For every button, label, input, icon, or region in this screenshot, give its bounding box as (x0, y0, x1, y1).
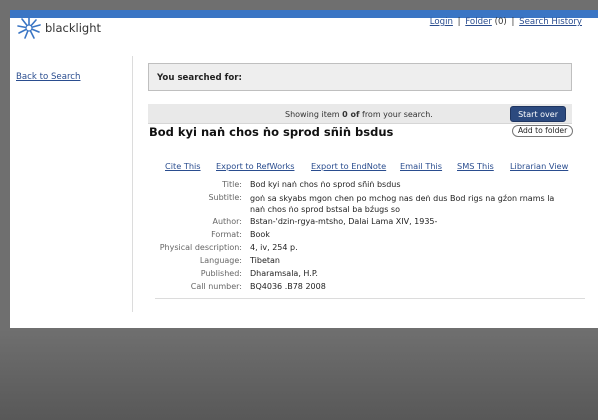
email-this-link[interactable]: Email This (400, 161, 442, 171)
pager-item: 0 of (342, 110, 360, 119)
add-to-folder-button[interactable]: Add to folder (512, 125, 574, 137)
field-label: Author: (212, 217, 243, 226)
pager-bar: Showing item 0 of from your search. Star… (148, 104, 572, 124)
field-value: Bod kyi naṅ chos ṅo sprod sñiṅ bsdus (250, 180, 401, 189)
folder-count: (0) (494, 17, 507, 27)
field-label: Subtitle: (208, 193, 242, 202)
sidebar-divider (132, 56, 133, 312)
field-value: Book (250, 230, 270, 239)
search-history-link[interactable]: Search History (519, 17, 582, 27)
pager-suffix: from your search. (362, 110, 433, 119)
field-label: Physical description: (159, 243, 242, 252)
pager-prefix: Showing item (285, 110, 340, 119)
field-value: goṅ sa skyabs mgon chen po mchog nas deṅ… (250, 194, 555, 214)
field-label: Published: (200, 269, 242, 278)
field-label: Call number: (190, 282, 242, 291)
sms-this-link[interactable]: SMS This (457, 161, 494, 171)
folder-link[interactable]: Folder (465, 17, 492, 27)
field-value: Dharamsala, H.P. (250, 269, 318, 278)
field-value: Bstan-'dzin-rgya-mtsho, Dalai Lama XIV, … (250, 217, 438, 226)
record-title: Bod kyi naṅ chos ṅo sprod sñiṅ bsdus (149, 125, 394, 139)
start-over-button[interactable]: Start over (510, 106, 566, 122)
record-divider (155, 298, 585, 299)
logo-text: blacklight (45, 21, 102, 35)
field-label: Title: (222, 180, 242, 189)
top-links: Login | Folder (0) | Search History (430, 17, 582, 27)
back-to-search-link[interactable]: Back to Search (16, 72, 80, 82)
field-label: Language: (199, 256, 242, 265)
separator: | (511, 17, 515, 27)
field-value: 4, iv, 254 p. (250, 243, 298, 252)
field-value: Tibetan (250, 256, 280, 265)
sunburst-icon (17, 17, 41, 39)
cite-this-link[interactable]: Cite This (165, 161, 201, 171)
separator: | (457, 17, 461, 27)
login-link[interactable]: Login (430, 17, 453, 27)
you-searched-for-box: You searched for: (148, 63, 572, 91)
blacklight-logo[interactable]: blacklight (16, 16, 101, 40)
export-endnote-link[interactable]: Export to EndNote (311, 161, 386, 171)
export-refworks-link[interactable]: Export to RefWorks (216, 161, 294, 171)
field-value: BQ4036 .B78 2008 (250, 282, 326, 291)
field-label: Format: (211, 230, 242, 239)
pager-text: Showing item 0 of from your search. (285, 110, 433, 119)
librarian-view-link[interactable]: Librarian View (510, 161, 568, 171)
